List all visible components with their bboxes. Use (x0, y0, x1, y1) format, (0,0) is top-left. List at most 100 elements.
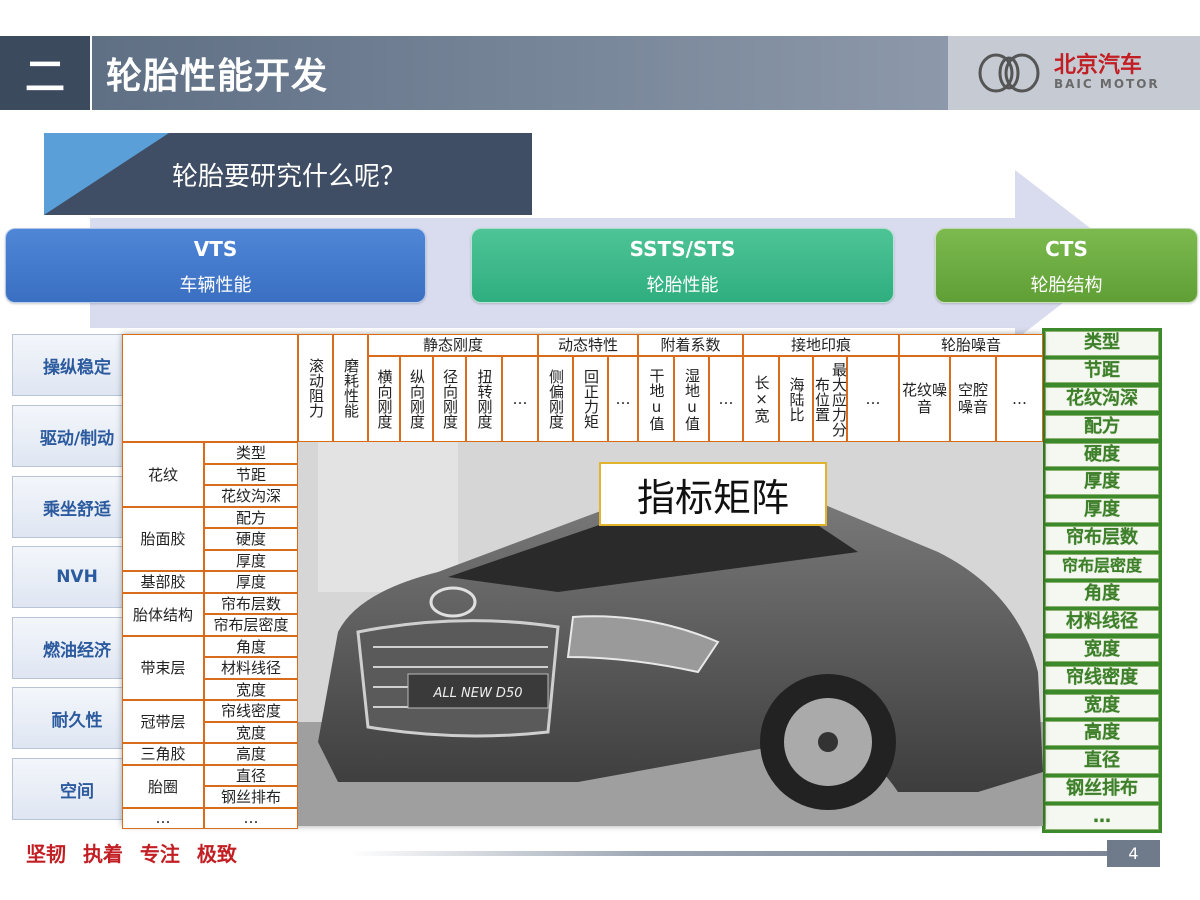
matrix-row-item: 直径 (204, 764, 298, 786)
matrix-row-group: 胎体结构 (122, 592, 204, 636)
header-bar: 轮胎性能开发 (92, 36, 948, 110)
matrix-column-header: 回正力矩 (573, 356, 608, 442)
vts-item: 乘坐舒适 (12, 476, 124, 538)
logo-text-en: BAIC MOTOR (1054, 77, 1160, 91)
matrix-row-item: 花纹沟深 (204, 485, 298, 507)
banner-accent (44, 133, 169, 215)
matrix-column-header: 花纹噪音 (899, 356, 950, 442)
vts-item: 驱动/制动 (12, 405, 124, 467)
matrix-row-item: 厚度 (204, 549, 298, 571)
matrix-label: 指标矩阵 (599, 462, 827, 526)
category-subtitle: 车辆性能 (179, 275, 252, 296)
matrix-corner (122, 334, 298, 442)
matrix-group-header: 接地印痕 (743, 334, 899, 356)
matrix-column-header: 空腔噪音 (950, 356, 996, 442)
matrix-row-group: 胎面胶 (122, 506, 204, 571)
cts-item: 节距 (1045, 358, 1159, 384)
matrix-column-header: … (847, 356, 899, 442)
matrix-group-header: 动态特性 (538, 334, 638, 356)
matrix-row-item: … (204, 807, 298, 829)
matrix-row-item: 宽度 (204, 721, 298, 743)
cts-item: 角度 (1045, 582, 1159, 607)
matrix-column-header: 最大应力分布位置 (813, 356, 848, 442)
cts-item: 厚度 (1045, 498, 1159, 523)
section-number: 二 (0, 36, 90, 110)
matrix-row-group: 胎圈 (122, 764, 204, 808)
cts-item: 硬度 (1045, 442, 1159, 468)
matrix-row-item: 帘布层密度 (204, 614, 298, 636)
matrix-column-header: … (502, 356, 538, 442)
cts-item: … (1045, 805, 1159, 830)
category-ssts: SSTS/STS 轮胎性能 (471, 228, 894, 303)
page-title: 轮胎性能开发 (106, 56, 329, 97)
category-cts: CTS 轮胎结构 (935, 228, 1198, 303)
vts-item: 空间 (12, 758, 124, 820)
category-title: VTS (193, 237, 238, 261)
matrix-column-header: 侧偏刚度 (538, 356, 573, 442)
matrix-row-group: 冠带层 (122, 700, 204, 743)
category-vts: VTS 车辆性能 (5, 228, 426, 303)
page-number: 4 (1107, 840, 1160, 867)
matrix-column-header: 径向刚度 (433, 356, 466, 442)
matrix-row-item: 类型 (204, 442, 298, 464)
cts-item: 材料线径 (1045, 609, 1159, 635)
matrix-column-header: … (608, 356, 638, 442)
cts-item: 帘线密度 (1045, 665, 1159, 691)
matrix-column-header: 干地u值 (638, 356, 674, 442)
cts-item: 花纹沟深 (1045, 386, 1159, 412)
cts-item: 厚度 (1045, 470, 1159, 495)
cts-item: 帘布层密度 (1045, 554, 1159, 579)
matrix-row-item: 材料线径 (204, 657, 298, 679)
matrix-column-header: … (996, 356, 1043, 442)
matrix-row-item: 节距 (204, 463, 298, 485)
matrix-row-group: … (122, 807, 204, 829)
vts-item: 燃油经济 (12, 617, 124, 679)
vts-item: NVH (12, 546, 124, 608)
cts-item: 宽度 (1045, 637, 1159, 663)
baic-emblem-icon (978, 53, 1040, 93)
matrix-row-item: 硬度 (204, 528, 298, 550)
logo-text-cn: 北京汽车 (1054, 53, 1143, 78)
slogan: 坚韧 执着 专注 极致 (26, 842, 237, 866)
matrix-row-item: 钢丝排布 (204, 786, 298, 808)
indicator-matrix: 静态刚度 动态特性 附着系数 接地印痕 轮胎噪音 滚动阻力 磨耗性能 横向刚度 纵向刚度 径向刚度… (122, 334, 1043, 829)
category-title: CTS (1045, 237, 1088, 261)
matrix-row-item: 高度 (204, 743, 298, 765)
vts-item: 耐久性 (12, 687, 124, 749)
matrix-row-item: 配方 (204, 506, 298, 528)
matrix-column-header: 湿地u值 (674, 356, 709, 442)
matrix-row-item: 宽度 (204, 678, 298, 700)
cts-item: 钢丝排布 (1045, 777, 1159, 802)
matrix-column-header: 横向刚度 (368, 356, 400, 442)
matrix-column-header: 长×宽 (743, 356, 779, 442)
cts-item: 高度 (1045, 721, 1159, 746)
matrix-group-header: 轮胎噪音 (899, 334, 1043, 356)
matrix-row-group: 基部胶 (122, 571, 204, 593)
matrix-column-header: 海陆比 (779, 356, 813, 442)
matrix-row-group: 三角胶 (122, 743, 204, 765)
matrix-column-header: 纵向刚度 (400, 356, 433, 442)
cts-item: 类型 (1045, 331, 1159, 356)
category-subtitle: 轮胎结构 (1030, 275, 1103, 296)
category-subtitle: 轮胎性能 (646, 275, 719, 296)
matrix-column-header: 滚动阻力 (298, 334, 333, 442)
matrix-column-header: 扭转刚度 (466, 356, 502, 442)
matrix-row-item: 帘布层数 (204, 592, 298, 614)
cts-list: 类型 节距 花纹沟深 配方 硬度 厚度 厚度 帘布层数 帘布层密度 角度 材料线… (1042, 328, 1162, 833)
matrix-group-header: 静态刚度 (368, 334, 538, 356)
cts-item: 直径 (1045, 749, 1159, 774)
cts-item: 帘布层数 (1045, 526, 1159, 551)
matrix-row-group: 带束层 (122, 635, 204, 700)
brand-logo: 北京汽车 BAIC MOTOR (948, 36, 1200, 110)
question-text: 轮胎要研究什么呢？ (172, 161, 407, 192)
cts-item: 宽度 (1045, 693, 1159, 719)
matrix-row-item: 厚度 (204, 571, 298, 593)
category-title: SSTS/STS (629, 237, 736, 261)
matrix-column-header: 磨耗性能 (333, 334, 368, 442)
matrix-row-group: 花纹 (122, 442, 204, 507)
matrix-row-item: 角度 (204, 635, 298, 657)
matrix-row-item: 帘线密度 (204, 700, 298, 722)
vts-item: 操纵稳定 (12, 334, 124, 396)
car-badge: ALL NEW D50 (433, 686, 523, 701)
matrix-group-header: 附着系数 (638, 334, 743, 356)
